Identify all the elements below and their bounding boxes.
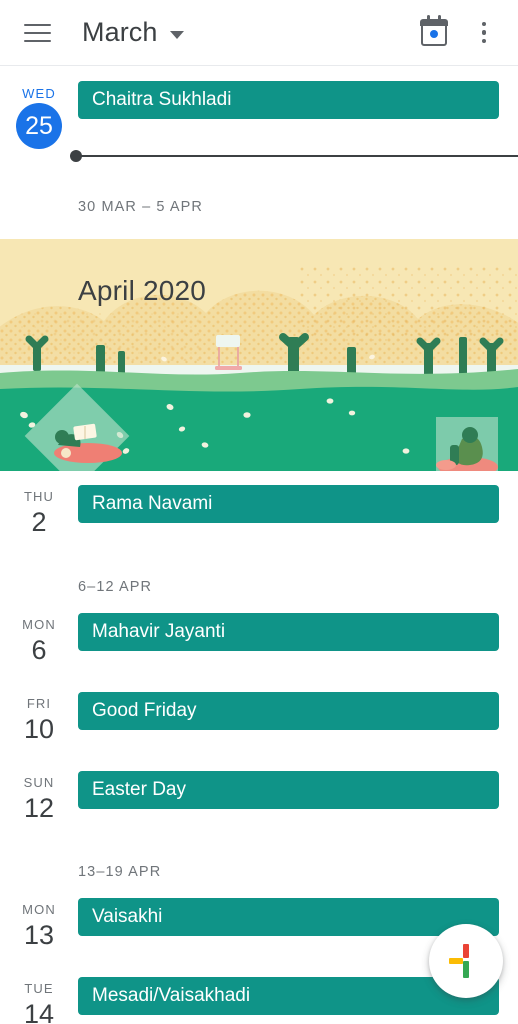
day-column: MON 6 <box>0 611 78 666</box>
day-column: THU 2 <box>0 483 78 538</box>
day-number-label: 12 <box>23 793 55 823</box>
week-range-label: 6–12 APR <box>78 579 153 595</box>
current-time-indicator <box>70 149 518 163</box>
banner-month-label: April 2020 <box>78 275 207 306</box>
month-banner-illustration <box>0 239 518 471</box>
app-bar: March <box>0 0 518 66</box>
day-of-week-label: THU <box>23 489 55 504</box>
day-column: SUN 12 <box>0 769 78 824</box>
create-event-fab[interactable] <box>429 924 503 998</box>
chevron-down-icon[interactable] <box>169 30 184 39</box>
day-of-week-label: TUE <box>24 981 54 996</box>
day-of-week-label: MON <box>22 902 56 917</box>
event-chip[interactable]: Good Friday <box>78 692 499 730</box>
more-vertical-icon <box>481 21 487 44</box>
calendar-today-button[interactable] <box>412 11 456 55</box>
today-date-badge: 25 <box>16 103 62 149</box>
event-chip[interactable]: Mahavir Jayanti <box>78 613 499 651</box>
day-number-label: 2 <box>31 507 47 537</box>
day-column: MON 13 <box>0 896 78 951</box>
app-bar-actions <box>412 11 518 55</box>
schedule-list[interactable]: WED 25 Chaitra Sukhladi 30 MAR – 5 APR A… <box>0 66 518 1024</box>
event-chip[interactable]: Vaisakhi <box>78 898 499 936</box>
day-of-week-label: MON <box>22 617 56 632</box>
week-range-label: 30 MAR – 5 APR <box>78 199 204 215</box>
day-column-today: WED 25 <box>0 80 78 149</box>
hamburger-menu-icon[interactable] <box>14 10 60 56</box>
schedule-day-row[interactable]: SUN 12 Easter Day <box>0 745 518 824</box>
week-range-label: 13–19 APR <box>78 864 162 880</box>
day-of-week-label: FRI <box>26 696 52 711</box>
more-options-button[interactable] <box>462 11 506 55</box>
plus-icon <box>449 944 483 978</box>
day-number-label: 6 <box>31 635 47 665</box>
calendar-schedule-screen: March WED 25 Chaitra Sukhladi 30 MAR – 5… <box>0 0 518 1024</box>
day-of-week-label: SUN <box>23 775 55 790</box>
schedule-day-row[interactable]: THU 2 Rama Navami <box>0 471 518 538</box>
event-chip[interactable]: Easter Day <box>78 771 499 809</box>
schedule-day-row[interactable]: MON 6 Mahavir Jayanti <box>0 595 518 666</box>
month-banner: April 2020 <box>0 239 518 471</box>
schedule-day-row[interactable]: WED 25 Chaitra Sukhladi <box>0 66 518 149</box>
day-column: FRI 10 <box>0 690 78 745</box>
event-chip[interactable]: Chaitra Sukhladi <box>78 81 499 119</box>
day-of-week-label: WED <box>22 86 56 101</box>
day-number-label: 10 <box>23 714 55 744</box>
day-column: TUE 14 <box>0 975 78 1024</box>
schedule-day-row[interactable]: FRI 10 Good Friday <box>0 666 518 745</box>
calendar-today-icon <box>420 14 448 46</box>
day-number-label: 14 <box>23 999 55 1024</box>
current-time-line <box>80 155 518 157</box>
event-chip[interactable]: Rama Navami <box>78 485 499 523</box>
page-title[interactable]: March <box>82 17 158 48</box>
day-number-label: 13 <box>23 920 55 950</box>
